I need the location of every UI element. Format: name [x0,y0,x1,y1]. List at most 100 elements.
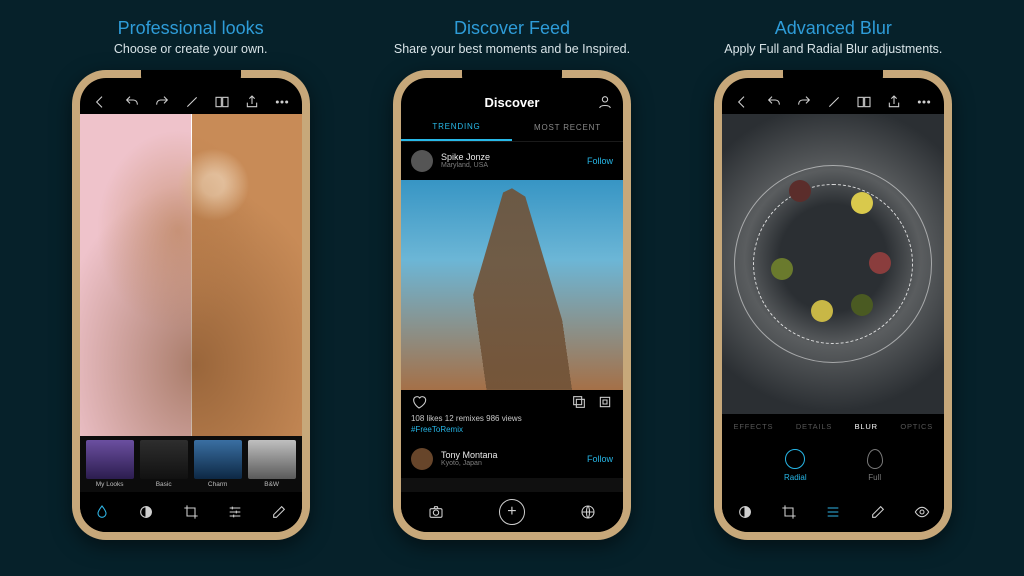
add-button[interactable]: + [499,499,525,525]
magic-wand-icon[interactable] [184,94,200,110]
blur-option-full[interactable]: Full [867,449,883,482]
panel-title: Advanced Blur [724,18,942,39]
undo-icon[interactable] [124,94,140,110]
looks-drop-icon[interactable] [94,504,110,520]
redo-icon[interactable] [796,94,812,110]
crop-icon[interactable] [781,504,797,520]
feed-image[interactable] [401,180,623,390]
user-location: Maryland, USA [441,162,579,169]
sliders-icon[interactable] [227,504,243,520]
panel-discover-feed: Discover Feed Share your best moments an… [373,18,650,554]
profile-icon[interactable] [597,94,613,110]
contrast-icon[interactable] [737,504,753,520]
tab-most-recent[interactable]: MOST RECENT [512,114,623,141]
undo-icon[interactable] [766,94,782,110]
panel-subtitle: Apply Full and Radial Blur adjustments. [724,41,942,58]
tab-blur[interactable]: BLUR [855,422,878,431]
blur-preview-image[interactable] [722,114,944,414]
look-bw[interactable]: B&W [248,440,296,488]
blur-option-radial[interactable]: Radial [784,449,807,482]
look-label: B&W [264,481,279,488]
compare-icon[interactable] [856,94,872,110]
panel-title: Discover Feed [394,18,630,39]
split-compare-line[interactable] [191,114,192,436]
contrast-icon[interactable] [138,504,154,520]
panel-heading: Professional looks Choose or create your… [114,18,268,58]
look-charm[interactable]: Charm [194,440,242,488]
share-icon[interactable] [244,94,260,110]
look-my-looks[interactable]: My Looks [86,440,134,488]
heart-icon[interactable] [411,394,427,410]
look-label: My Looks [96,481,124,488]
eraser-icon[interactable] [271,504,287,520]
user-location: Kyoto, Japan [441,460,579,467]
compare-icon[interactable] [214,94,230,110]
look-label: Basic [156,481,172,488]
feed-image[interactable] [401,478,623,492]
discover-title: Discover [485,95,540,110]
tab-details[interactable]: DETAILS [796,422,832,431]
post-user-row[interactable]: Spike Jonze Maryland, USA Follow [401,142,623,180]
phone-notch [141,70,241,88]
panel-heading: Discover Feed Share your best moments an… [394,18,630,58]
globe-icon[interactable] [580,504,596,520]
share-icon[interactable] [886,94,902,110]
look-label: Charm [208,481,228,488]
post-hashtag[interactable]: #FreeToRemix [401,425,623,440]
post-user-row[interactable]: Tony Montana Kyoto, Japan Follow [401,440,623,478]
follow-button[interactable]: Follow [587,156,613,166]
editor-bottombar [80,492,302,532]
blur-option-label: Full [868,473,881,482]
discover-tabs: TRENDING MOST RECENT [401,114,623,142]
post-stats: 108 likes 12 remixes 986 views [401,414,623,425]
phone-mockup: Discover TRENDING MOST RECENT Spike Jonz… [393,70,631,540]
camera-icon[interactable] [428,504,444,520]
eye-icon[interactable] [914,504,930,520]
phone-screen: EFFECTS DETAILS BLUR OPTICS Radial Full [722,78,944,532]
look-basic[interactable]: Basic [140,440,188,488]
back-icon[interactable] [734,94,750,110]
phone-mockup: EFFECTS DETAILS BLUR OPTICS Radial Full [714,70,952,540]
editor-bottombar [722,492,944,532]
layers-icon[interactable] [571,394,587,410]
panel-subtitle: Share your best moments and be Inspired. [394,41,630,58]
blur-option-label: Radial [784,473,807,482]
more-icon[interactable] [274,94,290,110]
user-name: Spike Jonze [441,152,579,162]
phone-screen: My Looks Basic Charm B&W [80,78,302,532]
panel-professional-looks: Professional looks Choose or create your… [52,18,329,554]
tab-effects[interactable]: EFFECTS [734,422,774,431]
redo-icon[interactable] [154,94,170,110]
looks-strip: My Looks Basic Charm B&W [80,436,302,492]
back-icon[interactable] [92,94,108,110]
magic-wand-icon[interactable] [826,94,842,110]
avatar[interactable] [411,448,433,470]
user-info: Spike Jonze Maryland, USA [441,152,579,169]
feed-meta-row [401,390,623,414]
sliders-icon[interactable] [825,504,841,520]
tab-optics[interactable]: OPTICS [900,422,933,431]
tab-trending[interactable]: TRENDING [401,114,512,141]
remix-icon[interactable] [597,394,613,410]
editor-preview-image[interactable] [80,114,302,436]
edit-mode-tabs: EFFECTS DETAILS BLUR OPTICS [722,414,944,440]
panel-subtitle: Choose or create your own. [114,41,268,58]
drop-icon [867,449,883,469]
eraser-icon[interactable] [870,504,886,520]
radial-icon [785,449,805,469]
panel-advanced-blur: Advanced Blur Apply Full and Radial Blur… [695,18,972,554]
user-name: Tony Montana [441,450,579,460]
more-icon[interactable] [916,94,932,110]
blur-options: Radial Full [722,440,944,492]
panel-title: Professional looks [114,18,268,39]
phone-notch [783,70,883,88]
crop-icon[interactable] [183,504,199,520]
discover-bottombar: + [401,492,623,532]
phone-mockup: My Looks Basic Charm B&W [72,70,310,540]
phone-screen: Discover TRENDING MOST RECENT Spike Jonz… [401,78,623,532]
panel-heading: Advanced Blur Apply Full and Radial Blur… [724,18,942,58]
user-info: Tony Montana Kyoto, Japan [441,450,579,467]
follow-button[interactable]: Follow [587,454,613,464]
phone-notch [462,70,562,88]
avatar[interactable] [411,150,433,172]
